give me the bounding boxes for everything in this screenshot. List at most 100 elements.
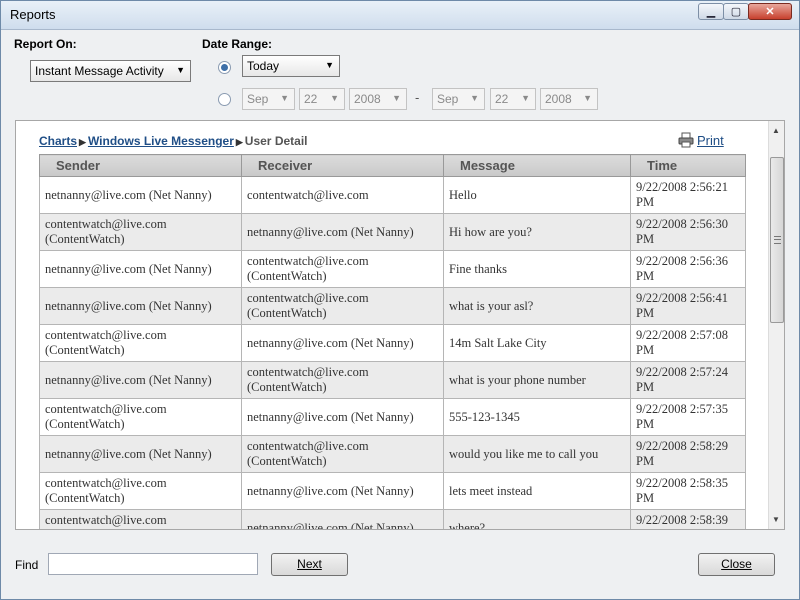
chevron-down-icon: ▼ [392, 93, 401, 103]
from-year-value: 2008 [354, 92, 381, 106]
column-header[interactable]: Time [630, 154, 746, 177]
scroll-up-icon[interactable]: ▲ [772, 126, 780, 135]
minimize-icon: ▁ [706, 6, 716, 18]
maximize-icon: ▢ [730, 6, 742, 18]
from-month-select[interactable]: Sep ▼ [242, 88, 295, 110]
table-cell: Hello [443, 176, 631, 214]
find-label: Find [15, 558, 39, 572]
from-day-select[interactable]: 22 ▼ [299, 88, 345, 110]
table-cell: 555-123-1345 [443, 398, 631, 436]
from-day-value: 22 [304, 92, 318, 106]
table-row[interactable]: netnanny@live.com (Net Nanny) contentwatc… [39, 250, 746, 288]
table-cell: 9/22/2008 2:56:36 PM [630, 250, 746, 288]
minimize-button[interactable]: ▁ [698, 3, 724, 20]
table-cell: netnanny@live.com (Net Nanny) [241, 509, 444, 529]
date-preset-value: Today [247, 59, 280, 73]
find-input[interactable] [48, 553, 258, 575]
table-cell: 9/22/2008 2:57:24 PM [630, 361, 746, 399]
report-on-select[interactable]: Instant Message Activity ▼ [30, 60, 191, 82]
chevron-down-icon: ▼ [521, 93, 530, 103]
to-day-value: 22 [495, 92, 509, 106]
chevron-down-icon: ▼ [280, 93, 289, 103]
table-cell: contentwatch@live.com (ContentWatch) [241, 435, 444, 473]
table-row[interactable]: netnanny@live.com (Net Nanny) contentwatc… [39, 176, 746, 214]
column-header[interactable]: Message [443, 154, 631, 177]
title-bar[interactable]: Reports ▁ ▢ ✕ [1, 1, 799, 30]
scroll-down-icon[interactable]: ▼ [772, 515, 780, 524]
table-cell: contentwatch@live.com (ContentWatch) [241, 287, 444, 325]
table-cell: 14m Salt Lake City [443, 324, 631, 362]
table-cell: netnanny@live.com (Net Nanny) [241, 213, 444, 251]
table-cell: lets meet instead [443, 472, 631, 510]
close-window-button[interactable]: ✕ [748, 3, 792, 20]
table-row[interactable]: netnanny@live.com (Net Nanny) contentwatc… [39, 361, 746, 399]
to-day-select[interactable]: 22 ▼ [490, 88, 536, 110]
vertical-scrollbar[interactable]: ▲ ▼ [768, 121, 784, 529]
table-row[interactable]: contentwatch@live.com (ContentWatch)netn… [39, 509, 746, 529]
date-preset-select[interactable]: Today ▼ [242, 55, 340, 77]
table-cell: what is your asl? [443, 287, 631, 325]
to-month-select[interactable]: Sep ▼ [432, 88, 485, 110]
table-cell: contentwatch@live.com (ContentWatch) [39, 398, 242, 436]
column-header[interactable]: Sender [39, 154, 242, 177]
maximize-button[interactable]: ▢ [723, 3, 749, 20]
breadcrumb-charts-link[interactable]: Charts [39, 134, 77, 148]
print-link[interactable]: Print [678, 132, 724, 148]
table-cell: contentwatch@live.com (ContentWatch) [39, 472, 242, 510]
breadcrumb-messenger-link[interactable]: Windows Live Messenger [88, 134, 234, 148]
date-range-label: Date Range: [202, 37, 273, 51]
chevron-down-icon: ▼ [583, 93, 592, 103]
table-cell: contentwatch@live.com [241, 176, 444, 214]
table-cell: 9/22/2008 2:58:29 PM [630, 435, 746, 473]
table-cell: Fine thanks [443, 250, 631, 288]
table-cell: netnanny@live.com (Net Nanny) [39, 287, 242, 325]
table-cell: netnanny@live.com (Net Nanny) [241, 324, 444, 362]
table-cell: contentwatch@live.com (ContentWatch) [39, 324, 242, 362]
table-cell: Hi how are you? [443, 213, 631, 251]
close-button[interactable]: Close [698, 553, 775, 576]
table-cell: netnanny@live.com (Net Nanny) [39, 176, 242, 214]
date-range-separator: - [415, 90, 420, 105]
close-icon: ✕ [765, 6, 775, 18]
message-table: Sender Receiver Message Time netnanny@live.… [39, 154, 746, 529]
chevron-down-icon: ▼ [330, 93, 339, 103]
table-cell: 9/22/2008 2:56:30 PM [630, 213, 746, 251]
from-month-value: Sep [247, 92, 269, 106]
table-cell: 9/22/2008 2:56:21 PM [630, 176, 746, 214]
grip-icon [774, 236, 781, 244]
column-header[interactable]: Receiver [241, 154, 444, 177]
scrollbar-thumb[interactable] [770, 157, 784, 323]
table-cell: netnanny@live.com (Net Nanny) [39, 361, 242, 399]
reports-window: Reports ▁ ▢ ✕ Report On: Instant Message… [0, 0, 800, 600]
to-month-value: Sep [437, 92, 459, 106]
table-cell: contentwatch@live.com (ContentWatch) [241, 250, 444, 288]
table-cell: would you like me to call you [443, 435, 631, 473]
table-cell: 9/22/2008 2:58:39 PM [630, 509, 746, 529]
date-custom-radio[interactable] [218, 93, 231, 106]
table-cell: netnanny@live.com (Net Nanny) [241, 472, 444, 510]
table-cell: 9/22/2008 2:57:35 PM [630, 398, 746, 436]
breadcrumb-arrow-icon: ▶ [235, 137, 243, 147]
table-row[interactable]: netnanny@live.com (Net Nanny) contentwatc… [39, 435, 746, 473]
date-preset-radio[interactable] [218, 61, 231, 74]
table-row[interactable]: contentwatch@live.com (ContentWatch)netn… [39, 213, 746, 251]
table-row[interactable]: contentwatch@live.com (ContentWatch)netn… [39, 324, 746, 362]
table-cell: netnanny@live.com (Net Nanny) [39, 435, 242, 473]
table-cell: contentwatch@live.com (ContentWatch) [39, 213, 242, 251]
chevron-down-icon: ▼ [470, 93, 479, 103]
table-cell: contentwatch@live.com (ContentWatch) [241, 361, 444, 399]
next-button[interactable]: Next [271, 553, 348, 576]
chevron-down-icon: ▼ [176, 65, 185, 75]
table-row[interactable]: contentwatch@live.com (ContentWatch)netn… [39, 472, 746, 510]
table-cell: where? [443, 509, 631, 529]
to-year-select[interactable]: 2008 ▼ [540, 88, 598, 110]
report-on-label: Report On: [14, 37, 77, 51]
printer-icon [678, 132, 694, 148]
table-row[interactable]: contentwatch@live.com (ContentWatch)netn… [39, 398, 746, 436]
table-row[interactable]: netnanny@live.com (Net Nanny) contentwatc… [39, 287, 746, 325]
report-on-value: Instant Message Activity [35, 64, 164, 78]
from-year-select[interactable]: 2008 ▼ [349, 88, 407, 110]
breadcrumb-current: User Detail [244, 134, 308, 148]
chevron-down-icon: ▼ [325, 60, 334, 70]
table-header-row: Sender Receiver Message Time [39, 154, 746, 177]
